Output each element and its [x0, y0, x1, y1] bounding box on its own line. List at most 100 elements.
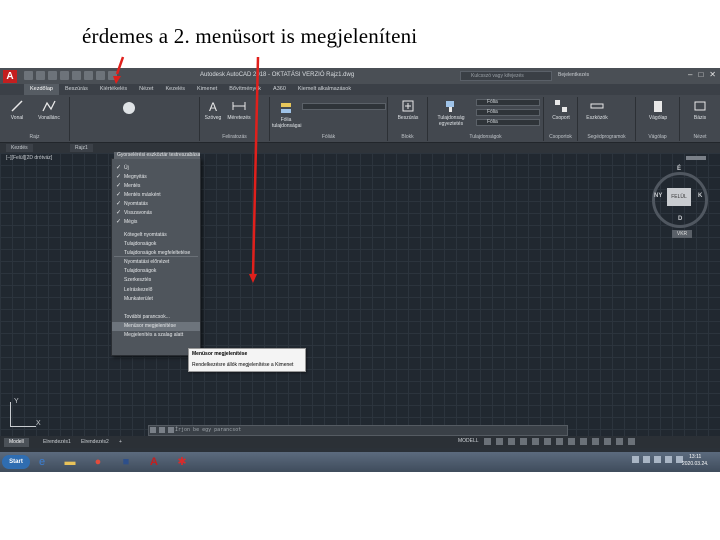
menu-item[interactable]: Leíráskezelő — [112, 286, 200, 295]
menu-item[interactable]: ✓ Mentés — [112, 182, 200, 191]
undo-icon[interactable] — [84, 71, 93, 80]
model-space-button[interactable]: MODELL — [458, 438, 479, 445]
annotation-scale-icon[interactable] — [567, 438, 575, 445]
menu-item[interactable]: Szerkesztés — [112, 276, 200, 285]
grid-icon[interactable] — [483, 438, 491, 445]
menu-item[interactable]: Menüsor megjelenítése — [112, 322, 200, 331]
minimize-icon[interactable]: – — [688, 70, 692, 79]
volume-icon[interactable] — [665, 456, 672, 463]
base-tool[interactable]: Bázis — [682, 99, 718, 121]
group-tool[interactable]: Csoport — [546, 99, 576, 121]
menu-item[interactable]: Kötegelt nyomtatás — [112, 231, 200, 240]
open-icon[interactable] — [36, 71, 45, 80]
search-input[interactable]: Kulcsszó vagy kifejezés — [460, 71, 552, 81]
polyline-tool[interactable]: Vonallánc — [32, 99, 66, 121]
tab-a360[interactable]: A360 — [267, 84, 292, 95]
red-app-icon[interactable]: ✱ — [174, 455, 190, 469]
autocad-taskbar-icon[interactable]: A — [146, 455, 162, 469]
clipboard-tool[interactable]: Vágólap — [638, 99, 678, 121]
measure-tool[interactable]: Eszközök — [580, 99, 614, 121]
tray-icon-3[interactable] — [654, 456, 661, 463]
lineweight-combo[interactable]: Fólia — [476, 119, 540, 126]
print-icon[interactable] — [72, 71, 81, 80]
insert-tool[interactable]: Beszúrás — [390, 99, 426, 121]
workspace-icon[interactable] — [579, 438, 587, 445]
show-available-option[interactable]: Rendelkezésre állók megjelenítése a Kime… — [190, 360, 293, 370]
new-icon[interactable] — [24, 71, 33, 80]
command-input[interactable]: Írjon be egy parancsot — [148, 425, 568, 436]
wcs-menu[interactable]: VKR — [672, 230, 692, 238]
layout-tab-model[interactable]: Modell — [4, 438, 29, 447]
maximize-icon[interactable]: □ — [698, 70, 703, 79]
linetype-combo[interactable]: Fólia — [476, 109, 540, 116]
compass-west[interactable]: NY — [654, 193, 662, 199]
save-as-icon[interactable] — [60, 71, 69, 80]
save-icon[interactable] — [48, 71, 57, 80]
menu-item[interactable]: Tulajdonságok — [112, 240, 200, 249]
menu-item[interactable]: ✓ Mentés másként — [112, 191, 200, 200]
drawing-canvas[interactable] — [0, 153, 720, 436]
layout-tab-layout2[interactable]: Elrendezés2 — [76, 438, 114, 447]
lineweight-icon[interactable] — [555, 438, 563, 445]
compass-north[interactable]: É — [677, 166, 681, 172]
menu-item[interactable]: Tulajdonságok — [112, 267, 200, 276]
clock[interactable]: 13:11 2020.03.24. — [682, 454, 708, 468]
customize-status-icon[interactable] — [627, 438, 635, 445]
polar-icon[interactable] — [519, 438, 527, 445]
menu-item[interactable]: ✓ Megnyitás — [112, 173, 200, 182]
internet-explorer-icon[interactable]: e — [34, 455, 50, 469]
layer-properties-tool[interactable]: Fólia tulajdonságai — [272, 101, 301, 129]
sign-in-button[interactable]: Bejelentkezés — [558, 72, 589, 78]
layout-tab-layout1[interactable]: Elrendezés1 — [38, 438, 76, 447]
file-tab-drawing1[interactable]: Rajz1 — [70, 144, 93, 152]
clean-screen-icon[interactable] — [615, 438, 623, 445]
menu-item[interactable]: Nyomtatási előnézet — [112, 258, 200, 267]
viewport-controls[interactable]: [–][Felül][2D drótváz] — [6, 155, 52, 161]
tray-icon-2[interactable] — [643, 456, 650, 463]
compass-east[interactable]: K — [698, 193, 702, 199]
layer-combo[interactable] — [302, 103, 386, 110]
file-explorer-icon[interactable]: ▬ — [62, 455, 78, 469]
close-cmd-icon[interactable] — [150, 427, 156, 433]
otrack-icon[interactable] — [543, 438, 551, 445]
tab-manage[interactable]: Kezelés — [159, 84, 191, 95]
tab-output[interactable]: Kimenet — [191, 84, 223, 95]
menu-item[interactable]: ✓ Nyomtatás — [112, 200, 200, 209]
snap-icon[interactable] — [495, 438, 503, 445]
save-disk-icon[interactable]: ■ — [118, 455, 134, 469]
menu-item[interactable]: Tulajdonságok megfeleltetése — [112, 249, 200, 258]
osnap-icon[interactable] — [531, 438, 539, 445]
dimension-tool[interactable]: Méretezés — [224, 99, 254, 121]
redo-icon[interactable] — [96, 71, 105, 80]
tray-icon-1[interactable] — [632, 456, 639, 463]
tab-annotate[interactable]: Kiértékelés — [94, 84, 133, 95]
tab-insert[interactable]: Beszúrás — [59, 84, 94, 95]
navigation-bar-handle[interactable] — [686, 156, 706, 160]
color-combo[interactable]: Fólia — [476, 99, 540, 106]
viewcube-top-face[interactable]: FELÜL — [667, 188, 691, 206]
tab-featured-apps[interactable]: Kiemelt alkalmazások — [292, 84, 357, 95]
menu-item[interactable]: Munkaterület — [112, 295, 200, 304]
close-icon[interactable]: ✕ — [709, 70, 716, 79]
text-tool[interactable]: A Szöveg — [202, 99, 224, 121]
customize-cmd-icon[interactable] — [159, 427, 165, 433]
ortho-icon[interactable] — [507, 438, 515, 445]
tab-home[interactable]: Kezdőlap — [24, 84, 59, 95]
autocad-logo-icon[interactable]: A — [3, 70, 17, 83]
circle-icon[interactable] — [122, 101, 136, 115]
menu-item[interactable]: Megjelenítés a szalag alatt — [112, 331, 200, 340]
match-properties-tool[interactable]: Tulajdonság egyeztetés — [430, 99, 472, 127]
compass-south[interactable]: D — [678, 216, 682, 222]
menu-item[interactable]: ✓ Visszavonás — [112, 209, 200, 218]
start-button[interactable]: Start — [2, 455, 30, 469]
chrome-icon[interactable]: ● — [90, 455, 106, 469]
qat-dropdown-icon[interactable] — [108, 71, 117, 80]
line-tool[interactable]: Vonal — [4, 99, 30, 121]
hardware-accel-icon[interactable] — [603, 438, 611, 445]
file-tab-start[interactable]: Kezdés — [6, 144, 33, 152]
menu-item[interactable]: További parancsok... — [112, 313, 200, 322]
show-menubar-option[interactable]: Menüsor megjelenítése — [190, 349, 247, 359]
menu-item[interactable]: ✓ Mégis — [112, 218, 200, 227]
isolate-icon[interactable] — [591, 438, 599, 445]
tab-addins[interactable]: Bővítmények — [223, 84, 267, 95]
